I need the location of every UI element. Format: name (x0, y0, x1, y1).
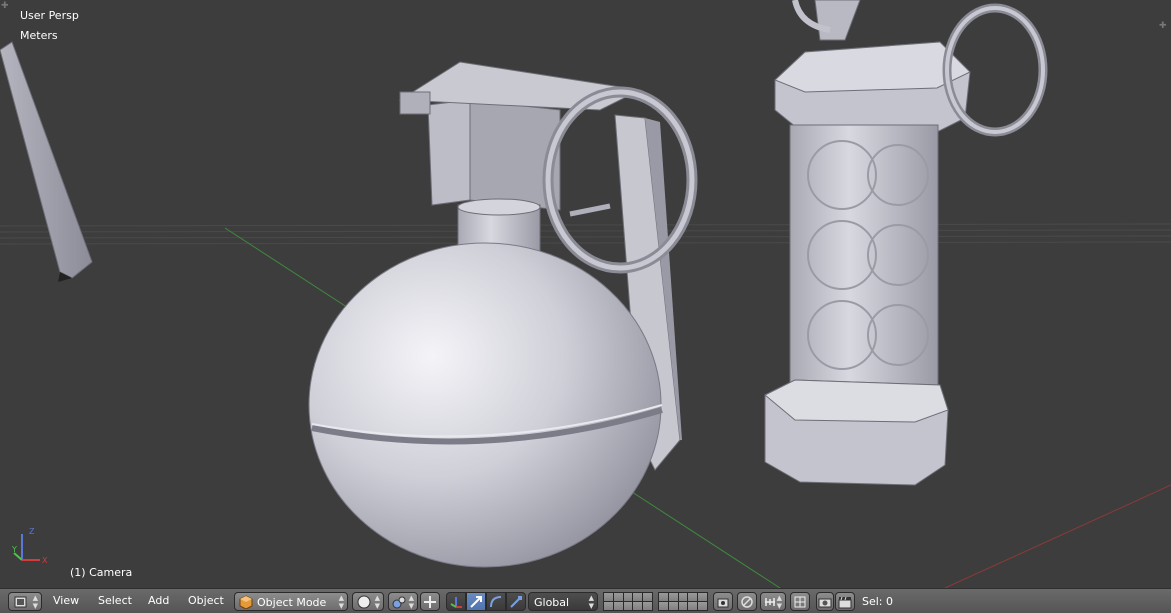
manipulator-icon (450, 597, 462, 608)
layer-button[interactable] (659, 593, 668, 601)
viewport-header: ▲ ▼ View Select Add Object Object Mode ▲ ▼… (0, 588, 1171, 613)
layer-button[interactable] (698, 602, 707, 610)
area-split-corner-icon[interactable]: ✚ (1159, 22, 1167, 31)
pivot-point-icon (392, 596, 406, 609)
lock-camera-icon (717, 598, 729, 608)
rotate-arc-icon (490, 596, 502, 608)
gizmo-x-label: X (42, 556, 48, 565)
x-axis-line (944, 484, 1171, 588)
area-split-corner-icon[interactable]: ✚ (1, 2, 9, 11)
gizmo-z-label: Z (29, 527, 35, 536)
layer-button[interactable] (678, 593, 688, 601)
translate-arrow-icon (470, 596, 482, 608)
mode-label: Object Mode (257, 596, 327, 609)
render-camera-icon (818, 598, 832, 608)
translate-manipulator-button[interactable] (466, 592, 486, 611)
opengl-render-button[interactable] (816, 592, 834, 611)
add-menu[interactable]: Add (148, 594, 169, 607)
floor-grid (0, 223, 1171, 245)
scale-manipulator-button[interactable] (506, 592, 526, 611)
layer-button[interactable] (688, 593, 698, 601)
snap-element-dropdown[interactable]: ▲ ▼ (760, 592, 786, 611)
transform-orientation-dropdown[interactable]: Global ▲ ▼ (528, 592, 598, 611)
layer-button[interactable] (613, 602, 623, 610)
pin-object-left[interactable] (0, 41, 93, 282)
clapper-icon (838, 596, 852, 609)
opengl-render-animation-button[interactable] (835, 592, 855, 611)
object-menu[interactable]: Object (188, 594, 224, 607)
view-name-label: User Persp (20, 9, 79, 22)
layer-buttons-group-2[interactable] (658, 592, 708, 611)
layer-button[interactable] (613, 593, 623, 601)
snap-target-icon (794, 596, 806, 608)
3d-viewport[interactable]: Z Y X User Persp Meters (1) Camera ✚ ✚ (0, 0, 1171, 588)
axis-gizmo: Z Y X (11, 527, 48, 565)
layer-button[interactable] (698, 593, 707, 601)
scene-canvas[interactable]: Z Y X (0, 0, 1171, 588)
solid-sphere-icon (357, 595, 371, 609)
layer-button[interactable] (688, 602, 698, 610)
pivot-center-toggle[interactable] (420, 592, 440, 611)
3d-view-icon (14, 596, 27, 608)
pivot-point-dropdown[interactable]: ▲ ▼ (388, 592, 418, 611)
layer-button[interactable] (668, 602, 678, 610)
viewport-shading-dropdown[interactable]: ▲ ▼ (352, 592, 384, 611)
layer-button[interactable] (633, 593, 643, 601)
manipulator-toggle[interactable] (446, 592, 466, 611)
view-menu[interactable]: View (53, 594, 79, 607)
layer-button[interactable] (623, 602, 633, 610)
proportional-edit-icon (741, 596, 753, 608)
mode-dropdown[interactable]: Object Mode ▲ ▼ (234, 592, 348, 611)
object-cube-icon (239, 595, 253, 609)
proportional-edit-button[interactable] (737, 592, 757, 611)
layer-button[interactable] (643, 593, 652, 601)
units-label: Meters (20, 29, 58, 42)
scale-icon (510, 596, 522, 608)
layer-button[interactable] (604, 593, 613, 601)
layer-button[interactable] (678, 602, 688, 610)
layer-button[interactable] (659, 602, 668, 610)
layer-button[interactable] (668, 593, 678, 601)
layer-button[interactable] (604, 602, 613, 610)
snap-magnet-icon (765, 598, 775, 606)
rotate-manipulator-button[interactable] (486, 592, 506, 611)
layer-button[interactable] (643, 602, 652, 610)
selection-status: Sel: 0 (862, 595, 894, 608)
layer-buttons-group-1[interactable] (603, 592, 653, 611)
gizmo-y-label: Y (11, 545, 17, 554)
layer-button[interactable] (633, 602, 643, 610)
pivot-center-icon (424, 596, 436, 608)
lock-camera-button[interactable] (713, 592, 733, 611)
layer-button[interactable] (623, 593, 633, 601)
active-object-label: (1) Camera (70, 566, 133, 579)
orientation-label: Global (534, 596, 570, 609)
snap-target-button[interactable] (790, 592, 810, 611)
select-menu[interactable]: Select (98, 594, 132, 607)
editor-type-button[interactable]: ▲ ▼ (8, 592, 42, 611)
round-grenade[interactable] (308, 61, 698, 568)
